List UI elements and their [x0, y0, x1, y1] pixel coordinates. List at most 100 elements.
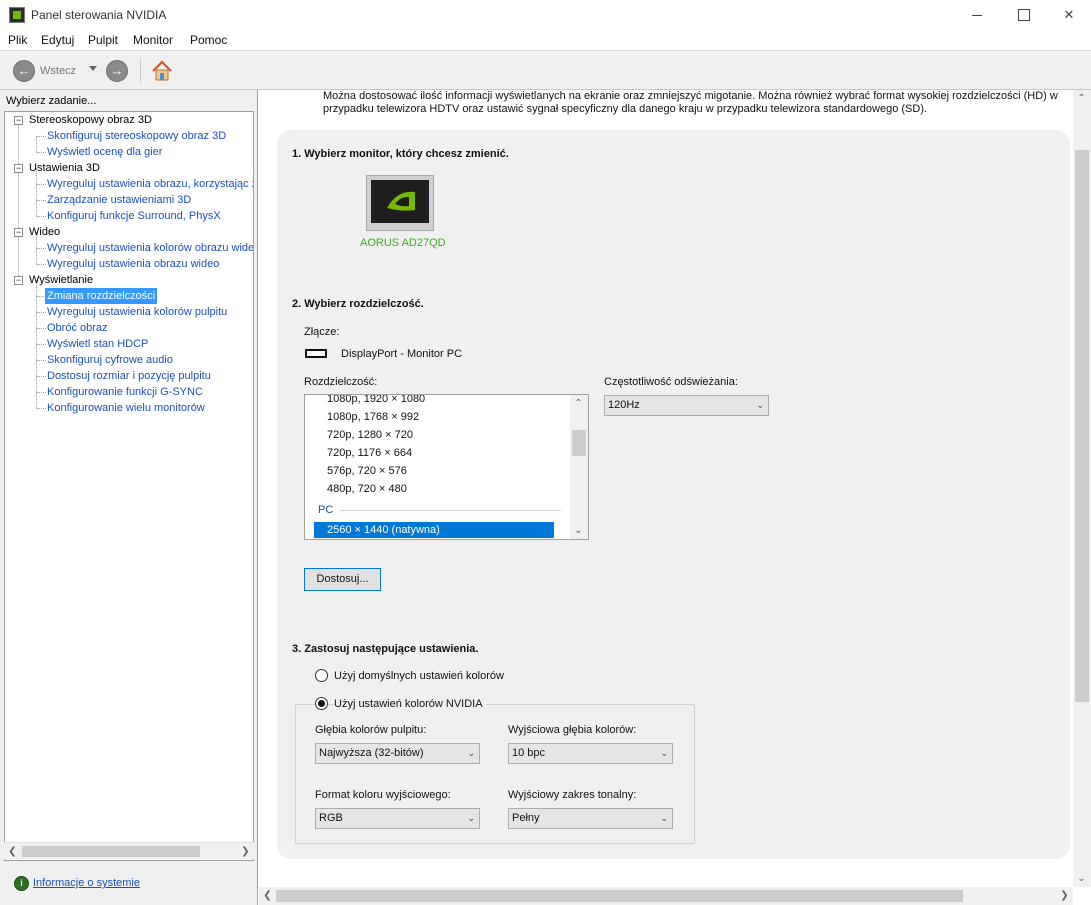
home-icon[interactable] [150, 59, 174, 83]
output-range-select[interactable]: Pełny ⌄ [508, 808, 673, 829]
tree-item[interactable]: Wyreguluj ustawienia kolorów pulpitu [47, 304, 227, 320]
menu-edit[interactable]: Edytuj [41, 33, 74, 47]
menu-desktop[interactable]: Pulpit [88, 33, 118, 47]
forward-button[interactable]: → [106, 60, 128, 82]
menu-bar: Plik Edytuj Pulpit Monitor Pomoc [0, 30, 1091, 50]
sidebar-horizontal-scrollbar[interactable]: ❮ ❯ [4, 842, 254, 859]
tree-item[interactable]: Wyreguluj ustawienia obrazu, korzystając… [47, 176, 253, 192]
tree-line [36, 216, 46, 217]
output-depth-select[interactable]: 10 bpc ⌄ [508, 743, 673, 764]
output-range-value: Pełny [512, 812, 540, 824]
desktop-depth-label: Głębia kolorów pulpitu: [315, 724, 427, 736]
chevron-down-icon: ⌄ [467, 813, 475, 823]
scroll-left-icon[interactable]: ❮ [259, 887, 276, 904]
arrow-right-icon: → [110, 63, 124, 78]
collapse-icon[interactable]: − [14, 228, 23, 237]
scroll-down-icon[interactable]: ⌄ [1073, 870, 1090, 887]
toolbar: ← Wstecz → [0, 50, 1091, 90]
tree-line [36, 184, 46, 185]
tree-item[interactable]: Konfigurowanie funkcji G-SYNC [47, 384, 203, 400]
collapse-icon[interactable]: − [14, 276, 23, 285]
tree-item[interactable]: Wyświetl ocenę dla gier [47, 144, 162, 160]
radio-default-colors[interactable] [315, 669, 328, 682]
tree-item[interactable]: Zarządzanie ustawieniami 3D [47, 192, 191, 208]
tree-category-stereo[interactable]: Stereoskopowy obraz 3D [29, 112, 152, 128]
resolution-option[interactable]: 720p, 1280 × 720 [327, 429, 413, 441]
output-format-select[interactable]: RGB ⌄ [315, 808, 480, 829]
scroll-right-icon[interactable]: ❯ [237, 843, 254, 860]
tree-item[interactable]: Konfiguruj funkcje Surround, PhysX [47, 208, 221, 224]
resolution-option-selected[interactable]: 2560 × 1440 (natywna) [314, 522, 554, 538]
menu-help[interactable]: Pomoc [190, 33, 227, 47]
minimize-button[interactable] [954, 0, 1000, 30]
tree-line [36, 136, 37, 152]
tree-item[interactable]: Wyświetl stan HDCP [47, 336, 148, 352]
scroll-right-icon[interactable]: ❯ [1056, 887, 1073, 904]
back-label[interactable]: Wstecz [40, 65, 76, 77]
monitor-name[interactable]: AORUS AD27QD [360, 237, 446, 249]
output-format-label: Format koloru wyjściowego: [315, 789, 451, 801]
refresh-rate-value: 120Hz [608, 399, 640, 411]
tree-item[interactable]: Skonfiguruj stereoskopowy obraz 3D [47, 128, 226, 144]
tree-item[interactable]: Wyreguluj ustawienia kolorów obrazu wide… [47, 240, 253, 256]
chevron-down-icon: ⌄ [756, 400, 764, 410]
tree-category-video[interactable]: Wideo [29, 224, 60, 240]
scroll-down-icon[interactable]: ⌄ [570, 522, 587, 539]
tree-item[interactable]: Konfigurowanie wielu monitorów [47, 400, 205, 416]
tree-item[interactable]: Wyreguluj ustawienia obrazu wideo [47, 256, 219, 272]
tree-item-selected[interactable]: Zmiana rozdzielczości [45, 288, 158, 304]
scroll-up-icon[interactable]: ⌃ [1073, 90, 1090, 107]
tree-item[interactable]: Skonfiguruj cyfrowe audio [47, 352, 173, 368]
maximize-button[interactable] [1000, 0, 1046, 30]
connector-value: DisplayPort - Monitor PC [341, 348, 463, 360]
refresh-rate-select[interactable]: 120Hz ⌄ [604, 395, 769, 416]
radio-nvidia-label[interactable]: Użyj ustawień kolorów NVIDIA [334, 698, 486, 710]
resolution-label: Rozdzielczość: [304, 376, 378, 388]
resolution-option[interactable]: 1080p, 1920 × 1080 [327, 395, 425, 405]
resolution-option[interactable]: 576p, 720 × 576 [327, 465, 407, 477]
tree-line [36, 152, 46, 153]
history-dropdown-icon[interactable] [89, 66, 97, 71]
monitor-screen [371, 180, 429, 223]
scrollbar-thumb[interactable] [572, 430, 586, 456]
output-depth-label: Wyjściowa głębia kolorów: [508, 724, 637, 736]
nvidia-logo-icon [387, 191, 415, 211]
system-info-link[interactable]: Informacje o systemie [14, 877, 140, 889]
resolution-option[interactable]: 720p, 1176 × 664 [327, 447, 412, 459]
close-button[interactable]: ✕ [1046, 0, 1091, 30]
resolution-scrollbar[interactable]: ⌃ ⌄ [570, 395, 588, 539]
arrow-left-icon: ← [17, 63, 31, 78]
resolution-list[interactable]: 1080p, 1920 × 1080 1080p, 1768 × 992 720… [304, 394, 589, 540]
menu-file[interactable]: Plik [8, 33, 27, 47]
tree-category-3d[interactable]: Ustawienia 3D [29, 160, 100, 176]
radio-default-label[interactable]: Użyj domyślnych ustawień kolorów [334, 670, 504, 682]
nvidia-app-icon [9, 7, 25, 23]
collapse-icon[interactable]: − [14, 164, 23, 173]
desktop-depth-select[interactable]: Najwyższa (32-bitów) ⌄ [315, 743, 480, 764]
customize-button[interactable]: Dostosuj... [304, 568, 381, 591]
scrollbar-thumb[interactable] [1075, 150, 1089, 702]
scroll-left-icon[interactable]: ❮ [4, 843, 21, 860]
main-vertical-scrollbar[interactable]: ⌃ ⌄ [1073, 90, 1091, 887]
tree-item[interactable]: Obróć obraz [47, 320, 108, 336]
monitor-tile[interactable] [366, 175, 434, 231]
tree-category-display[interactable]: Wyświetlanie [29, 272, 93, 288]
menu-monitor[interactable]: Monitor [133, 33, 173, 47]
radio-nvidia-colors[interactable] [315, 697, 328, 710]
tree-line [36, 312, 46, 313]
step3-title: 3. Zastosuj następujące ustawienia. [292, 643, 479, 655]
tree-line [36, 200, 46, 201]
tree-line [36, 408, 46, 409]
back-button[interactable]: ← [13, 60, 35, 82]
main-horizontal-scrollbar[interactable]: ❮ ❯ [259, 887, 1073, 905]
tree-line [36, 344, 46, 345]
scrollbar-thumb[interactable] [276, 890, 963, 902]
collapse-icon[interactable]: − [14, 116, 23, 125]
scroll-up-icon[interactable]: ⌃ [570, 395, 587, 412]
resolution-option[interactable]: 480p, 720 × 480 [327, 483, 407, 495]
resolution-option[interactable]: 1080p, 1768 × 992 [327, 411, 419, 423]
main-content: Można dostosować ilość informacji wyświe… [259, 90, 1091, 905]
tree-item[interactable]: Dostosuj rozmiar i pozycję pulpitu [47, 368, 211, 384]
scrollbar-thumb[interactable] [22, 846, 200, 857]
chevron-down-icon: ⌄ [467, 748, 475, 758]
